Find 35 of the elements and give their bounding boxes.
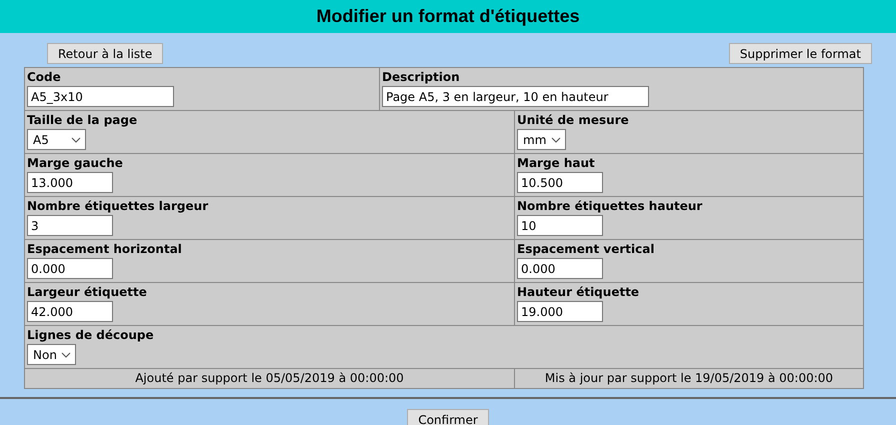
text-field[interactable]: 10 (517, 215, 603, 236)
field-label: Nombre étiquettes largeur (27, 199, 208, 214)
text-field[interactable]: A5_3x10 (27, 86, 174, 107)
field-label: Description (382, 70, 460, 85)
confirm-button[interactable]: Confirmer (407, 409, 489, 425)
audit-text: Mis à jour par support le 19/05/2019 à 00:00:00 (514, 369, 863, 388)
text-field[interactable]: 19.000 (517, 301, 603, 322)
audit-text: Ajouté par support le 05/05/2019 à 00:00:00 (134, 370, 405, 387)
field-label: Largeur étiquette (27, 285, 147, 300)
chevron-down-icon (71, 136, 81, 142)
text-field[interactable]: 0.000 (27, 258, 113, 279)
field-label: Marge haut (517, 156, 595, 171)
dropdown[interactable]: mm (517, 129, 566, 150)
field-label: Marge gauche (27, 156, 123, 171)
field-label: Espacement vertical (517, 242, 654, 257)
chevron-down-icon (551, 136, 561, 142)
text-field[interactable]: 10.500 (517, 172, 603, 193)
back-button[interactable]: Retour à la liste (47, 43, 164, 64)
field-label: Espacement horizontal (27, 242, 182, 257)
text-field[interactable]: 3 (27, 215, 113, 236)
field-label: Lignes de découpe (27, 328, 154, 343)
delete-button[interactable]: Supprimer le format (728, 43, 872, 64)
field-label: Taille de la page (27, 113, 138, 128)
chevron-down-icon (61, 352, 71, 358)
text-field[interactable]: Page A5, 3 en largeur, 10 en hauteur (382, 86, 649, 107)
dropdown[interactable]: A5 (27, 129, 86, 150)
field-label: Unité de mesure (517, 113, 629, 128)
text-field[interactable]: 42.000 (27, 301, 113, 322)
field-label: Hauteur étiquette (517, 285, 640, 300)
page-title: Modifier un format d'étiquettes (0, 0, 896, 33)
field-label: Nombre étiquettes hauteur (517, 199, 702, 214)
text-field[interactable]: 13.000 (27, 172, 113, 193)
text-field[interactable]: 0.000 (517, 258, 603, 279)
field-label: Code (27, 70, 61, 85)
dropdown[interactable]: Non (27, 344, 76, 365)
